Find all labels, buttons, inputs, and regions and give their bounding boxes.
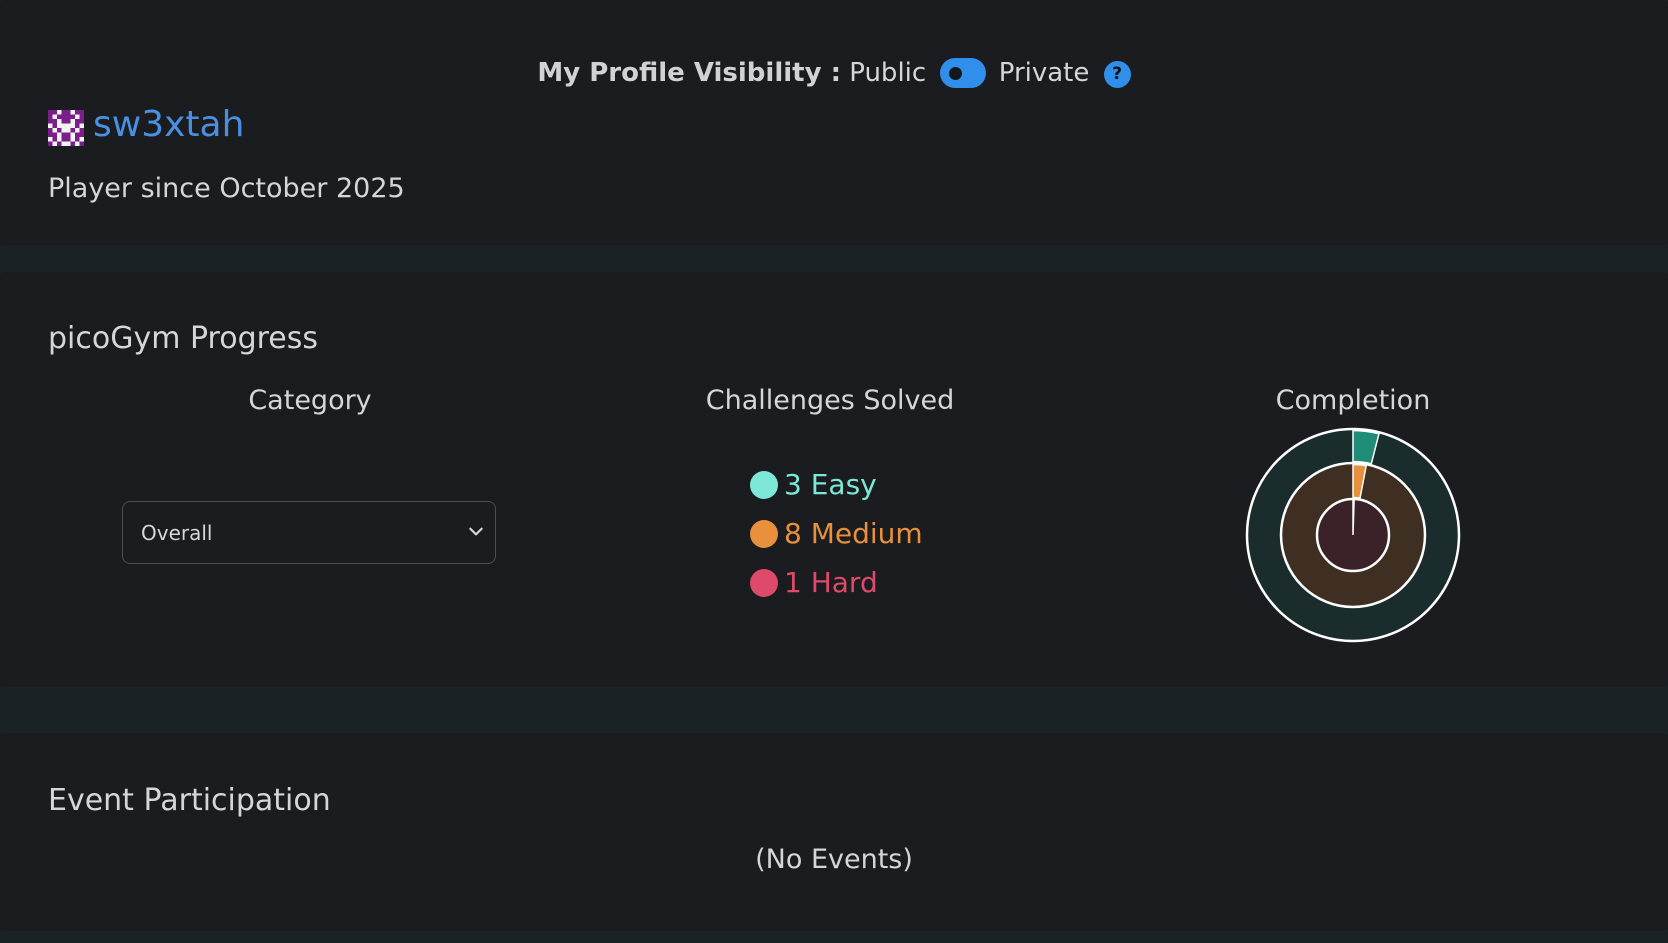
category-select[interactable]: Overall	[122, 501, 496, 564]
username-link[interactable]: sw3xtah	[93, 102, 244, 148]
solved-legend: 3 Easy 8 Medium 1 Hard	[750, 460, 923, 607]
category-header: Category	[248, 385, 372, 416]
player-since: Player since October 2025	[48, 173, 405, 204]
solved-header: Challenges Solved	[705, 385, 955, 416]
completion-chart	[1245, 427, 1461, 643]
legend-item-medium: 8 Medium	[750, 509, 923, 558]
medium-count: 8 Medium	[784, 517, 923, 550]
no-events-text: (No Events)	[755, 844, 913, 875]
private-label: Private	[998, 58, 1090, 88]
easy-dot-icon	[750, 470, 778, 499]
completion-header: Completion	[1275, 385, 1431, 416]
visibility-toggle[interactable]	[940, 58, 987, 88]
category-select-value: Overall	[141, 521, 213, 545]
hard-dot-icon	[750, 568, 778, 597]
events-title: Event Participation	[48, 783, 331, 818]
pixel-avatar-icon	[48, 110, 84, 146]
easy-count: 3 Easy	[784, 468, 877, 501]
public-label: Public	[849, 58, 927, 88]
events-card: Event Participation (No Events)	[0, 733, 1668, 931]
legend-item-hard: 1 Hard	[750, 558, 923, 607]
help-icon[interactable]: ?	[1103, 61, 1131, 88]
toggle-knob	[949, 67, 963, 80]
progress-card: picoGym Progress Category Challenges Sol…	[0, 272, 1668, 687]
hard-count: 1 Hard	[784, 566, 878, 599]
profile-card: My Profile Visibility : Public Private ?…	[0, 0, 1668, 245]
chevron-down-icon	[469, 527, 483, 536]
visibility-label: My Profile Visibility :	[537, 58, 841, 88]
medium-dot-icon	[750, 519, 778, 548]
legend-item-easy: 3 Easy	[750, 460, 923, 509]
progress-title: picoGym Progress	[48, 321, 319, 356]
profile-visibility: My Profile Visibility : Public Private ?	[0, 56, 1668, 90]
